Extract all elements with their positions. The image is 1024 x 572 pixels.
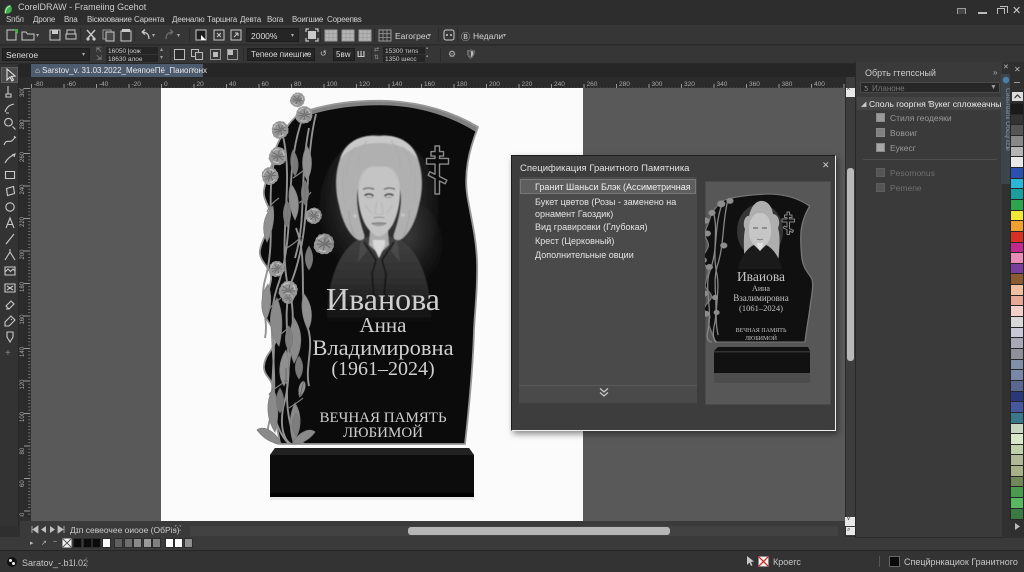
svg-text:-20: -20 xyxy=(132,81,142,88)
svg-text:(1961–2024): (1961–2024) xyxy=(331,358,434,380)
svg-text:40: 40 xyxy=(229,81,237,88)
svg-text:ВЕЧНАЯ ПАМЯТЬ: ВЕЧНАЯ ПАМЯТЬ xyxy=(736,328,787,334)
svg-text:320: 320 xyxy=(684,81,695,88)
svg-text:160: 160 xyxy=(20,314,26,325)
svg-text:300: 300 xyxy=(20,88,26,97)
svg-text:140: 140 xyxy=(20,346,26,357)
svg-text:400: 400 xyxy=(814,81,825,88)
svg-text:280: 280 xyxy=(619,81,630,88)
svg-text:160: 160 xyxy=(424,81,435,88)
svg-text:100: 100 xyxy=(327,81,338,88)
svg-text:60: 60 xyxy=(20,480,26,487)
svg-text:380: 380 xyxy=(782,81,793,88)
svg-text:Иваиова: Иваиова xyxy=(737,269,785,284)
svg-text:220: 220 xyxy=(522,81,533,88)
svg-text:-60: -60 xyxy=(67,81,77,88)
svg-text:260: 260 xyxy=(587,81,598,88)
svg-text:Владимировна: Владимировна xyxy=(312,335,453,360)
svg-text:100: 100 xyxy=(20,411,26,422)
svg-text:120: 120 xyxy=(20,379,26,390)
svg-text:80: 80 xyxy=(20,447,26,454)
svg-text:240: 240 xyxy=(554,81,565,88)
svg-text:220: 220 xyxy=(20,216,26,227)
svg-text:240: 240 xyxy=(20,184,26,195)
svg-text:40: 40 xyxy=(20,512,26,517)
svg-text:260: 260 xyxy=(20,151,26,162)
svg-text:60: 60 xyxy=(262,81,270,88)
svg-text:(1061–2024): (1061–2024) xyxy=(739,303,783,313)
svg-text:200: 200 xyxy=(489,81,500,88)
svg-text:300: 300 xyxy=(652,81,663,88)
svg-text:360: 360 xyxy=(749,81,760,88)
svg-text:Аина: Аина xyxy=(752,284,770,293)
svg-text:280: 280 xyxy=(20,119,26,130)
svg-text:Анна: Анна xyxy=(360,313,408,337)
svg-text:ЛЮБИМОЙ: ЛЮБИМОЙ xyxy=(343,424,423,441)
svg-text:180: 180 xyxy=(457,81,468,88)
svg-text:Иванова: Иванова xyxy=(326,281,440,317)
svg-text:80: 80 xyxy=(294,81,302,88)
svg-text:140: 140 xyxy=(392,81,403,88)
svg-text:120: 120 xyxy=(359,81,370,88)
svg-text:200: 200 xyxy=(20,249,26,260)
svg-text:340: 340 xyxy=(717,81,728,88)
svg-text:ЛЮБИМОЙ: ЛЮБИМОЙ xyxy=(745,334,778,342)
svg-text:Взалимировна: Взалимировна xyxy=(733,293,789,303)
svg-text:0: 0 xyxy=(164,81,168,88)
svg-text:20: 20 xyxy=(197,81,205,88)
svg-text:ВЕЧНАЯ ПАМЯТЬ: ВЕЧНАЯ ПАМЯТЬ xyxy=(319,410,447,426)
svg-text:-40: -40 xyxy=(99,81,109,88)
svg-text:180: 180 xyxy=(20,281,26,292)
svg-text:-80: -80 xyxy=(34,81,44,88)
